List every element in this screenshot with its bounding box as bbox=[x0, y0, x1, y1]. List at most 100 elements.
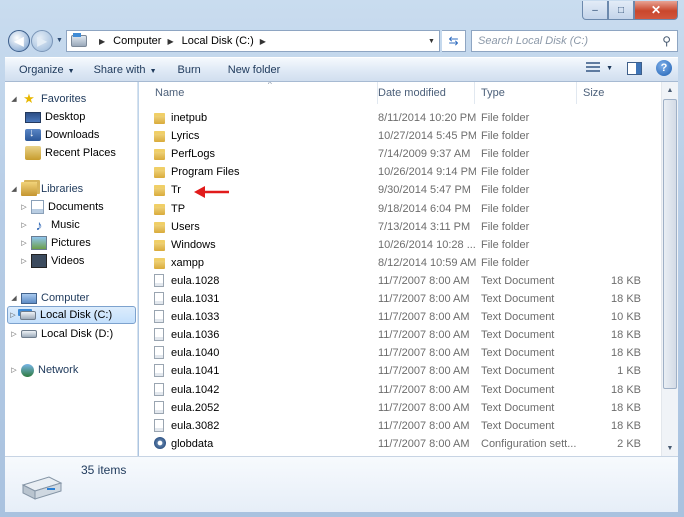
organize-label: Organize bbox=[19, 63, 64, 76]
column-header-type[interactable]: Type bbox=[475, 82, 577, 104]
maximize-button[interactable]: □ bbox=[608, 1, 634, 20]
nav-item-music[interactable]: ▷ ♪ Music bbox=[19, 216, 79, 234]
chevron-right-icon[interactable]: ▶ bbox=[167, 37, 173, 46]
address-history-dropdown[interactable]: ▼ bbox=[428, 38, 435, 45]
file-row[interactable]: eula.1033 11/7/2007 8:00 AM Text Document 1… bbox=[149, 308, 655, 326]
file-row[interactable]: eula.1042 11/7/2007 8:00 AM Text Document 1… bbox=[149, 381, 655, 399]
file-row[interactable]: Program Files 10/26/2014 9:14 PM File fold… bbox=[149, 163, 655, 181]
nav-item-downloads[interactable]: Downloads bbox=[23, 126, 99, 144]
new-folder-button[interactable]: New folder bbox=[208, 64, 288, 76]
nav-item-desktop[interactable]: Desktop bbox=[23, 108, 85, 126]
nav-item-documents[interactable]: ▷ Documents bbox=[19, 198, 104, 216]
nav-libraries[interactable]: ◢ Libraries bbox=[9, 180, 83, 198]
file-row[interactable]: eula.1040 11/7/2007 8:00 AM Text Document 1… bbox=[149, 344, 655, 362]
scrollbar-thumb[interactable] bbox=[663, 99, 677, 389]
column-header-label: Date modified bbox=[378, 87, 446, 99]
file-row[interactable]: Lyrics 10/27/2014 5:45 PM File folder bbox=[149, 127, 655, 145]
address-bar[interactable]: ▶ Computer ▶ Local Disk (C:) ▶ bbox=[66, 30, 440, 52]
breadcrumb-local-disk-c[interactable]: Local Disk (C:) bbox=[182, 35, 254, 47]
folder-icon bbox=[154, 221, 165, 233]
file-row[interactable]: eula.2052 11/7/2007 8:00 AM Text Document 1… bbox=[149, 399, 655, 417]
expand-icon[interactable]: ▷ bbox=[19, 203, 29, 211]
scroll-down-icon[interactable]: ▼ bbox=[662, 440, 678, 456]
downloads-icon bbox=[25, 127, 41, 141]
file-row[interactable]: eula.1031 11/7/2007 8:00 AM Text Document 1… bbox=[149, 290, 655, 308]
collapse-icon[interactable]: ◢ bbox=[9, 95, 19, 103]
minimize-button[interactable]: – bbox=[582, 1, 608, 20]
expand-icon[interactable]: ▷ bbox=[19, 221, 29, 229]
recent-pages-dropdown[interactable]: ▼ bbox=[56, 37, 63, 44]
column-header-name[interactable]: Name ^ bbox=[149, 82, 378, 104]
column-header-date[interactable]: Date modified bbox=[372, 82, 475, 104]
change-view-icon[interactable] bbox=[586, 62, 601, 74]
file-row[interactable]: PerfLogs 7/14/2009 9:37 AM File folder bbox=[149, 145, 655, 163]
refresh-button[interactable]: ⇆ bbox=[442, 30, 466, 52]
vertical-scrollbar[interactable]: ▲ ▼ bbox=[661, 82, 678, 456]
expand-icon[interactable]: ▷ bbox=[8, 311, 18, 319]
file-name: eula.2052 bbox=[171, 401, 220, 414]
help-icon[interactable]: ? bbox=[656, 60, 672, 76]
chevron-right-icon[interactable]: ▶ bbox=[260, 37, 266, 46]
file-list: Name ^ Date modified Type Size inetpub 8/… bbox=[139, 82, 678, 456]
file-row[interactable]: inetpub 8/11/2014 10:20 PM File folder bbox=[149, 109, 655, 127]
folder-icon bbox=[154, 203, 165, 215]
burn-button[interactable]: Burn bbox=[164, 64, 208, 76]
file-row[interactable]: eula.1028 11/7/2007 8:00 AM Text Document 1… bbox=[149, 272, 655, 290]
details-pane: 35 items bbox=[5, 456, 678, 512]
expand-icon[interactable]: ▷ bbox=[9, 330, 19, 338]
expand-icon[interactable]: ▷ bbox=[9, 366, 19, 374]
nav-item-label: Local Disk (C:) bbox=[40, 309, 113, 321]
file-row[interactable]: eula.1041 11/7/2007 8:00 AM Text Document 1… bbox=[149, 362, 655, 380]
forward-button[interactable]: ▶ bbox=[31, 30, 53, 52]
file-type: Text Document bbox=[481, 419, 555, 432]
file-row[interactable]: xampp 8/12/2014 10:59 AM File folder bbox=[149, 254, 655, 272]
file-type: Configuration sett... bbox=[481, 437, 577, 450]
file-row[interactable]: globdata 11/7/2007 8:00 AM Configuration s… bbox=[149, 435, 655, 453]
text-document-icon bbox=[154, 400, 164, 414]
file-row[interactable]: eula.1036 11/7/2007 8:00 AM Text Document 1… bbox=[149, 326, 655, 344]
nav-item-label: Downloads bbox=[45, 129, 100, 141]
nav-computer[interactable]: ◢ Computer bbox=[9, 289, 89, 307]
folder-icon bbox=[154, 185, 165, 197]
file-date: 9/30/2014 5:47 PM bbox=[378, 184, 471, 197]
organize-button[interactable]: Organize ▼ bbox=[5, 64, 82, 76]
file-name: eula.1041 bbox=[171, 365, 220, 378]
file-type: Text Document bbox=[481, 329, 555, 342]
share-with-button[interactable]: Share with ▼ bbox=[82, 64, 164, 76]
expand-icon[interactable]: ▷ bbox=[19, 239, 29, 247]
nav-item-videos[interactable]: ▷ Videos bbox=[19, 252, 84, 270]
search-icon[interactable]: ⚲ bbox=[662, 34, 671, 48]
column-header-size[interactable]: Size bbox=[577, 82, 659, 104]
share-with-label: Share with bbox=[93, 63, 146, 76]
search-input[interactable]: Search Local Disk (C:) ⚲ bbox=[471, 30, 678, 52]
expand-icon[interactable]: ▷ bbox=[19, 257, 29, 265]
collapse-icon[interactable]: ◢ bbox=[9, 294, 19, 302]
nav-item-local-disk-d[interactable]: ▷ Local Disk (D:) bbox=[9, 325, 113, 343]
chevron-right-icon[interactable]: ▶ bbox=[99, 37, 105, 46]
nav-item-recent-places[interactable]: Recent Places bbox=[23, 144, 116, 162]
breadcrumb-computer[interactable]: Computer bbox=[113, 35, 161, 47]
preview-pane-icon[interactable] bbox=[627, 61, 642, 75]
text-document-icon bbox=[154, 364, 164, 378]
file-row[interactable]: TP 9/18/2014 6:04 PM File folder bbox=[149, 200, 655, 218]
file-date: 10/26/2014 9:14 PM bbox=[378, 166, 476, 179]
file-name: Users bbox=[171, 220, 200, 233]
view-options-dropdown[interactable]: ▼ bbox=[606, 65, 613, 72]
file-date: 8/12/2014 10:59 AM bbox=[378, 256, 476, 269]
nav-favorites[interactable]: ◢ ★ Favorites bbox=[9, 90, 86, 108]
nav-network[interactable]: ▷ Network bbox=[9, 361, 78, 379]
file-row[interactable]: Windows 10/26/2014 10:28 ... File folder bbox=[149, 236, 655, 254]
back-button[interactable]: ◀ bbox=[8, 30, 30, 52]
file-row[interactable]: eula.3082 11/7/2007 8:00 AM Text Document 1… bbox=[149, 417, 655, 435]
file-row[interactable]: Users 7/13/2014 3:11 PM File folder bbox=[149, 218, 655, 236]
scroll-up-icon[interactable]: ▲ bbox=[662, 82, 678, 98]
file-name: Windows bbox=[171, 238, 216, 251]
nav-libraries-label: Libraries bbox=[41, 183, 84, 195]
file-type: File folder bbox=[481, 256, 530, 269]
file-date: 10/27/2014 5:45 PM bbox=[378, 130, 476, 143]
file-type: File folder bbox=[481, 130, 530, 143]
collapse-icon[interactable]: ◢ bbox=[9, 185, 19, 193]
close-button[interactable]: ✕ bbox=[634, 1, 678, 20]
nav-item-local-disk-c[interactable]: ▷ Local Disk (C:) bbox=[7, 306, 136, 324]
nav-item-pictures[interactable]: ▷ Pictures bbox=[19, 234, 91, 252]
